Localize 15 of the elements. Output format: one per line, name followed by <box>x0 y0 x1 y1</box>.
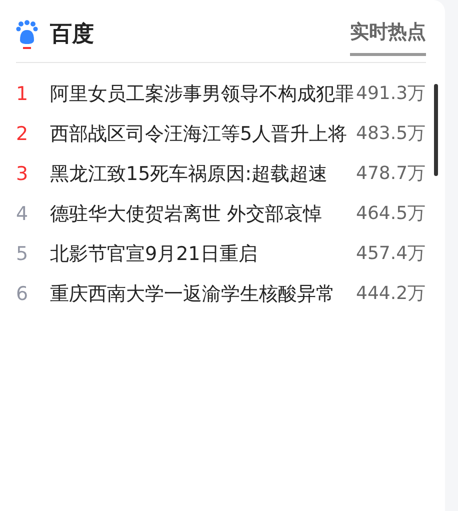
rank-number: 6 <box>16 282 30 307</box>
heat-count: 483.5万 <box>356 122 426 146</box>
brand-name: 百度 <box>50 20 94 49</box>
heat-count: 457.4万 <box>356 242 426 266</box>
rank-number: 3 <box>16 162 30 187</box>
logo-icon <box>16 20 38 50</box>
tab[interactable]: 实时热点 <box>350 14 426 56</box>
rank-number: 5 <box>16 242 30 267</box>
rank-number: 2 <box>16 122 30 147</box>
heat-count: 464.5万 <box>356 202 426 226</box>
heat-count: 478.7万 <box>356 162 426 186</box>
heat-count: 491.3万 <box>356 82 426 106</box>
rank-number: 1 <box>16 82 30 107</box>
rank-number: 4 <box>16 202 30 227</box>
heat-count: 444.2万 <box>356 282 426 306</box>
